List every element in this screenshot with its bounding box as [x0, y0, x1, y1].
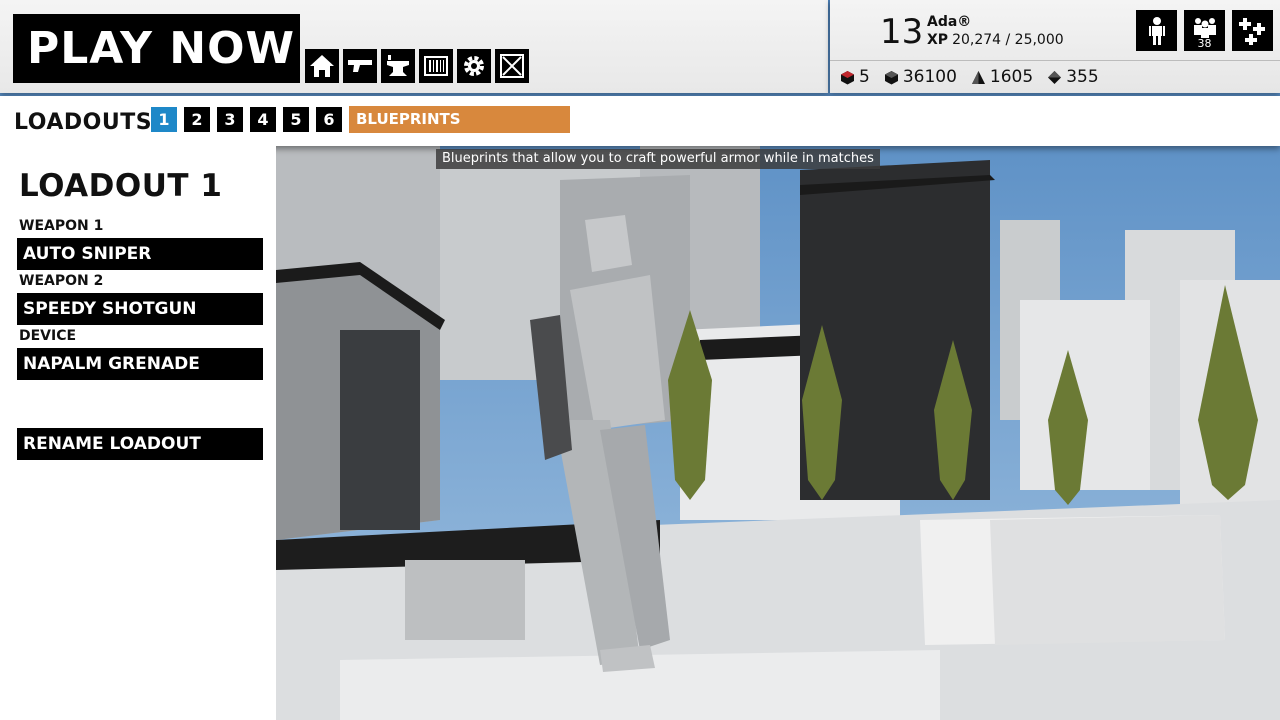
- loadout-tab-1[interactable]: 1: [151, 107, 177, 132]
- squad-icon[interactable]: 38: [1184, 10, 1225, 51]
- loadout-tab-6[interactable]: 6: [316, 107, 342, 132]
- divider: [830, 60, 1280, 61]
- character-icon[interactable]: [1136, 10, 1177, 51]
- close-icon[interactable]: [495, 49, 529, 83]
- device-slot[interactable]: NAPALM GRENADE: [17, 348, 263, 380]
- loadout-title: LOADOUT 1: [19, 168, 223, 204]
- play-now-button[interactable]: PLAY NOW: [13, 14, 300, 83]
- currency-pyramid: 1605: [971, 67, 1033, 87]
- xp-readout: XP 20,274 / 25,000: [927, 32, 1064, 48]
- currency-value: 355: [1066, 67, 1099, 87]
- loadout-panel: LOADOUT 1 WEAPON 1 AUTO SNIPER WEAPON 2 …: [0, 146, 276, 720]
- loadout-tab-2[interactable]: 2: [184, 107, 210, 132]
- home-icon[interactable]: [305, 49, 339, 83]
- diamond-icon: [1048, 70, 1062, 84]
- device-label: DEVICE: [19, 328, 77, 344]
- anvil-icon[interactable]: [381, 49, 415, 83]
- red-cube-icon: [841, 70, 854, 84]
- rename-loadout-button[interactable]: RENAME LOADOUT: [17, 428, 263, 460]
- currency-cube: 36100: [884, 67, 957, 87]
- player-icons: 38: [1136, 10, 1273, 51]
- cube-icon: [884, 70, 898, 84]
- blueprints-tooltip: Blueprints that allow you to craft power…: [436, 149, 880, 169]
- top-bar: PLAY NOW: [0, 0, 828, 93]
- weapon1-slot[interactable]: AUTO SNIPER: [17, 238, 263, 270]
- xp-label: XP: [927, 32, 949, 48]
- pyramid-icon: [971, 70, 985, 84]
- weapon2-slot[interactable]: SPEEDY SHOTGUN: [17, 293, 263, 325]
- weapon2-label: WEAPON 2: [19, 273, 104, 289]
- currency-bar: 5 36100 1605 355: [840, 67, 1099, 87]
- loadouts-title: LOADOUTS: [14, 110, 153, 135]
- loadout-tabs: 1 2 3 4 5 6: [151, 107, 342, 132]
- loadout-tab-4[interactable]: 4: [250, 107, 276, 132]
- weapon1-label: WEAPON 1: [19, 218, 104, 234]
- player-panel: 13 Ada® XP 20,274 / 25,000 38 5 36100 160…: [830, 0, 1280, 93]
- gear-icon[interactable]: [457, 49, 491, 83]
- loadout-tab-3[interactable]: 3: [217, 107, 243, 132]
- currency-value: 36100: [902, 67, 957, 87]
- player-name: Ada®: [927, 14, 972, 30]
- nav-icons: [305, 49, 529, 83]
- currency-diamond: 355: [1047, 67, 1099, 87]
- add-friend-icon[interactable]: [1232, 10, 1273, 51]
- xp-value: 20,274 / 25,000: [952, 32, 1064, 48]
- currency-value: 5: [859, 67, 870, 87]
- currency-red-cube: 5: [840, 67, 870, 87]
- blueprints-button[interactable]: BLUEPRINTS: [349, 106, 570, 133]
- player-level: 13: [880, 12, 924, 52]
- currency-value: 1605: [989, 67, 1034, 87]
- squad-count: 38: [1197, 37, 1212, 50]
- loadouts-bar: LOADOUTS 1 2 3 4 5 6 BLUEPRINTS: [0, 96, 1280, 146]
- weapon-icon[interactable]: [343, 49, 377, 83]
- loadout-tab-5[interactable]: 5: [283, 107, 309, 132]
- barcode-icon[interactable]: [419, 49, 453, 83]
